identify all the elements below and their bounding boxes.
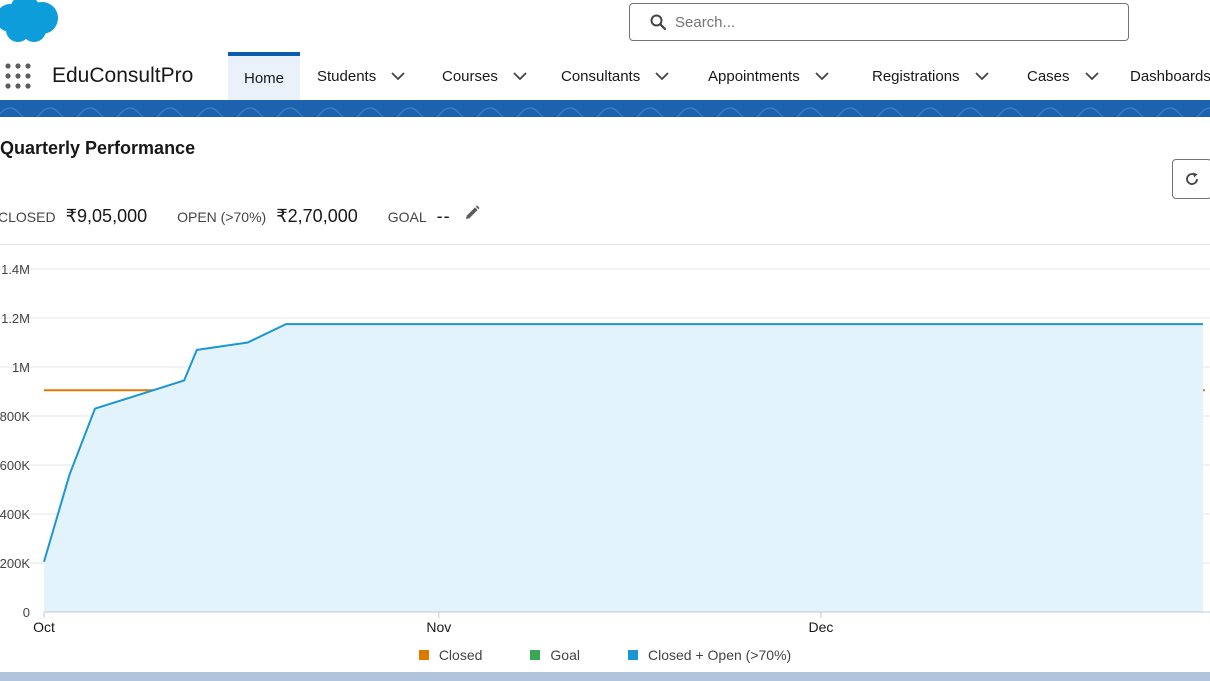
nav-tab-courses[interactable]: Courses [442, 52, 528, 100]
legend-swatch [530, 650, 541, 660]
closed-value: ₹9,05,000 [65, 206, 148, 226]
salesforce-cloud-logo[interactable] [0, 0, 60, 46]
app-name: EduConsultPro [52, 64, 194, 87]
nav-tab-label: Consultants [561, 67, 641, 85]
legend-item-goal[interactable]: Goal [530, 647, 580, 663]
quarterly-performance-chart: 0 200K 400K 600K 800K 1M 1.2M 1.4M Oct Nov Dec [0, 262, 1210, 635]
goal-label: GOAL [387, 209, 427, 225]
card-divider [0, 244, 1210, 245]
y-tick-label: 0 [23, 605, 30, 620]
nav-tab-label: Cases [1027, 67, 1070, 85]
x-tick-label: Dec [808, 619, 833, 635]
legend-swatch [418, 650, 429, 660]
open-label: OPEN (>70%) [177, 209, 267, 225]
y-tick-label: 1M [12, 360, 30, 375]
nav-tab-label: Home [244, 69, 285, 87]
search-icon [650, 14, 666, 30]
legend-swatch [627, 650, 638, 660]
nav-tab-label: Registrations [872, 67, 960, 85]
goal-value: -- [436, 206, 451, 226]
refresh-icon [1186, 172, 1198, 185]
series-area-fill [44, 324, 1203, 612]
app-launcher-icon[interactable] [4, 62, 32, 90]
brand-banner [0, 100, 1210, 117]
banner-pattern [0, 107, 1210, 117]
y-tick-label: 600K [0, 458, 30, 473]
open-value: ₹2,70,000 [276, 206, 358, 226]
chevron-down-icon[interactable] [1084, 71, 1100, 81]
nav-tab-registrations[interactable]: Registrations [872, 52, 990, 100]
nav-tab-consultants[interactable]: Consultants [561, 52, 670, 100]
metrics-row: CLOSED ₹9,05,000 OPEN (>70%) ₹2,70,000 G… [0, 204, 481, 228]
y-tick-label: 1.2M [1, 311, 30, 326]
nav-tab-cases[interactable]: Cases [1027, 52, 1100, 100]
refresh-button[interactable] [1172, 159, 1210, 199]
chevron-down-icon[interactable] [512, 71, 528, 81]
x-tick-label: Oct [33, 619, 55, 635]
page-bottom-strip [0, 672, 1210, 681]
y-tick-label: 200K [0, 556, 30, 571]
y-tick-label: 400K [0, 507, 30, 522]
nav-tab-label: Appointments [708, 67, 800, 85]
x-tick-label: Nov [426, 619, 451, 635]
nav-tab-appointments[interactable]: Appointments [708, 52, 830, 100]
chevron-down-icon[interactable] [390, 71, 406, 81]
y-tick-label: 800K [0, 409, 30, 424]
legend-label: Closed [438, 647, 483, 663]
nav-tab-home[interactable]: Home [228, 52, 301, 100]
global-search-box[interactable] [629, 3, 1129, 41]
nav-tab-label: Dashboards [1130, 67, 1210, 85]
y-tick-label: 1.4M [1, 262, 30, 277]
chevron-down-icon[interactable] [654, 71, 670, 81]
chart-series [43, 323, 1205, 612]
chevron-down-icon[interactable] [814, 71, 830, 81]
nav-tab-label: Courses [442, 67, 498, 85]
card-title: Quarterly Performance [0, 138, 196, 158]
chart-legend: Closed Goal Closed + Open (>70%) [0, 644, 1210, 666]
legend-label: Goal [550, 647, 580, 663]
chevron-down-icon[interactable] [974, 71, 990, 81]
nav-tab-dashboards[interactable]: Dashboards [1130, 52, 1210, 100]
nav-tab-students[interactable]: Students [317, 52, 406, 100]
legend-item-closed[interactable]: Closed [418, 647, 483, 663]
closed-label: CLOSED [0, 209, 56, 225]
edit-goal-pencil-icon[interactable] [463, 204, 481, 222]
legend-label: Closed + Open (>70%) [647, 647, 792, 663]
search-input[interactable] [675, 13, 1075, 31]
nav-tab-label: Students [317, 67, 377, 85]
legend-item-closed-open[interactable]: Closed + Open (>70%) [627, 647, 792, 663]
